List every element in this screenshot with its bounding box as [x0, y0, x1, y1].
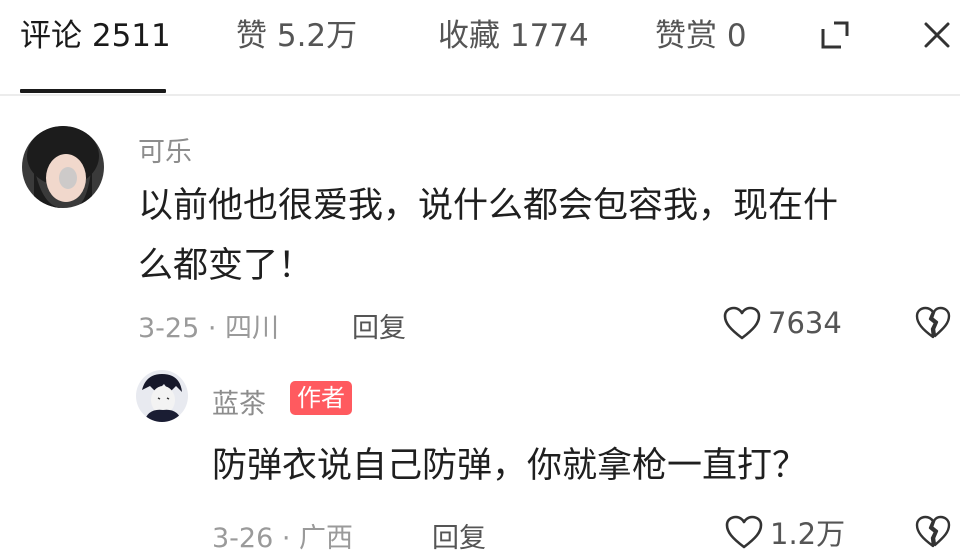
close-button[interactable]: [914, 12, 960, 58]
comment-like-count: 7634: [768, 306, 842, 340]
reply-reply-button[interactable]: 回复: [432, 516, 486, 552]
active-tab-indicator: [20, 89, 166, 93]
tab-likes[interactable]: 赞 5.2万: [236, 14, 357, 64]
tab-bar: 评论 2511 赞 5.2万 收藏 1774 赞赏 0: [0, 0, 960, 94]
comment-panel: 评论 2511 赞 5.2万 收藏 1774 赞赏 0 可乐 以前他也很爱我，说…: [0, 0, 960, 552]
reply-like-button[interactable]: 1.2万: [724, 512, 845, 552]
comment-dislike-button[interactable]: [913, 303, 953, 343]
author-badge: 作者: [290, 381, 352, 415]
heart-outline-icon: [723, 306, 761, 340]
tab-favorites[interactable]: 收藏 1774: [438, 14, 589, 64]
reply-dislike-button[interactable]: [913, 512, 953, 552]
expand-icon: [821, 21, 849, 49]
avatar[interactable]: [22, 126, 104, 208]
comment-text-line-1: 以前他也很爱我，说什么都会包容我，现在什: [138, 186, 839, 226]
reply-date-location: 3-26 · 广西: [212, 523, 354, 552]
tab-tips[interactable]: 赞赏 0: [655, 14, 747, 64]
broken-heart-icon: [915, 515, 951, 548]
reply-username[interactable]: 蓝茶: [212, 382, 266, 421]
comment-date-location: 3-25 · 四川: [138, 313, 280, 344]
avatar-image: [22, 126, 104, 208]
comment-reply-button[interactable]: 回复: [352, 306, 406, 345]
reply-avatar-image: [136, 370, 188, 422]
reply-like-count: 1.2万: [770, 517, 846, 551]
reply-text: 防弹衣说自己防弹，你就拿枪一直打？: [212, 446, 808, 486]
expand-button[interactable]: [812, 12, 858, 58]
divider: [0, 94, 960, 96]
broken-heart-icon: [915, 306, 951, 339]
comment-like-button[interactable]: 7634: [722, 303, 842, 343]
comment-username[interactable]: 可乐: [138, 130, 192, 169]
reply-avatar[interactable]: [136, 370, 188, 422]
tab-comments[interactable]: 评论 2511: [20, 14, 171, 64]
comment-text-line-2: 么都变了！: [138, 246, 314, 286]
close-icon: [924, 22, 950, 48]
heart-outline-icon: [725, 515, 763, 549]
